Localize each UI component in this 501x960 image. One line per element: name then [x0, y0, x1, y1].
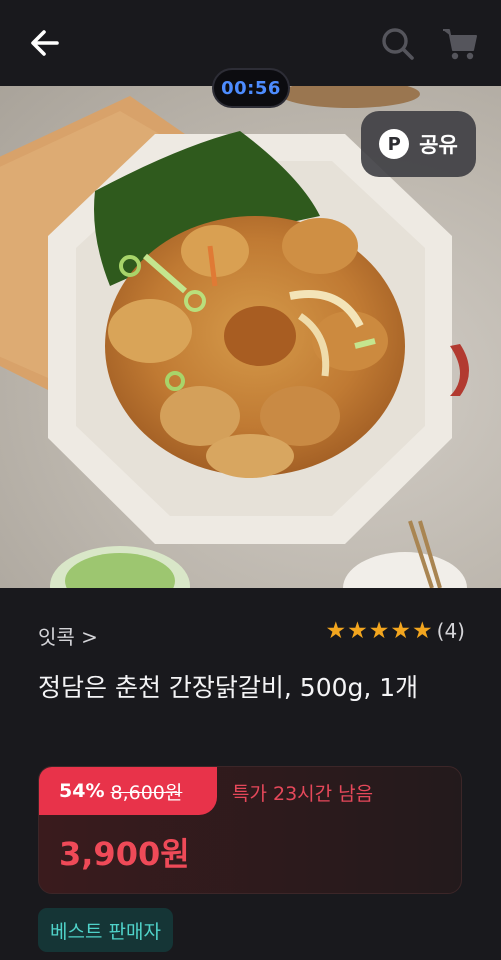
star-icon: ★ [325, 617, 347, 644]
price-box: 54% 8,600원 특가 23시간 남음 3,900원 [38, 766, 462, 894]
search-button[interactable] [378, 24, 418, 64]
point-icon: P [379, 129, 410, 159]
best-seller-badge: 베스트 판매자 [38, 908, 173, 952]
star-icon: ★ [390, 617, 412, 644]
recording-timer: 00:56 [212, 68, 290, 108]
search-icon [382, 28, 414, 60]
back-button[interactable] [24, 22, 66, 64]
cart-icon [443, 29, 477, 60]
arrow-left-icon [31, 30, 59, 56]
review-count: (4) [436, 619, 465, 643]
sale-price: 3,900원 [59, 835, 190, 873]
star-icon: ★ [347, 617, 368, 644]
star-icon: ★ [368, 617, 390, 644]
share-button[interactable]: P 공유 [361, 111, 476, 177]
rating[interactable]: ★ ★ ★ ★ ★ (4) [326, 619, 465, 643]
discount-percent: 54% [59, 780, 105, 802]
discount-tag: 54% 8,600원 [39, 767, 217, 815]
brand-link[interactable]: 잇콕 > [38, 621, 98, 650]
original-price: 8,600원 [110, 781, 183, 804]
product-title: 정담은 춘천 간장닭갈비, 500g, 1개 [38, 673, 419, 702]
deal-timer-text: 특가 23시간 남음 [232, 783, 374, 805]
share-label: 공유 [419, 133, 458, 157]
product-info: 잇콕 > ★ ★ ★ ★ ★ (4) 정담은 춘천 간장닭갈비, 500g, 1… [0, 588, 501, 960]
star-icon: ★ [412, 617, 433, 644]
cart-button[interactable] [440, 24, 480, 64]
